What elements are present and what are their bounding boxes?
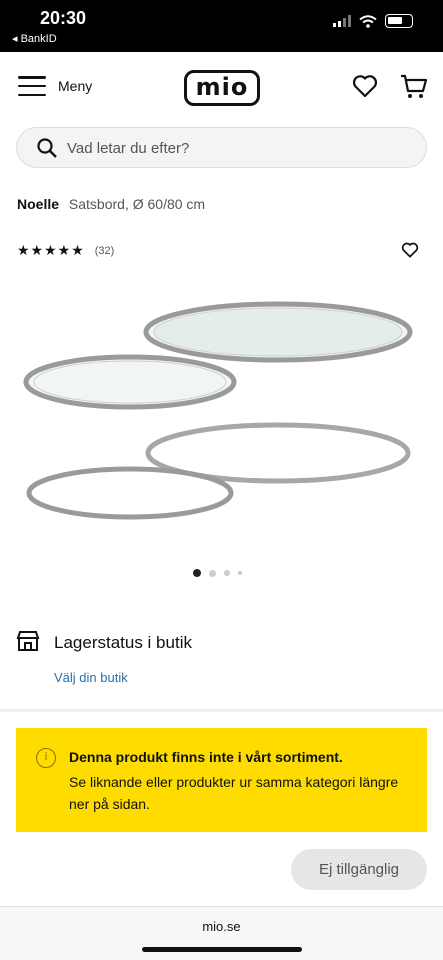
wishlist-heart-icon[interactable] [401,242,419,258]
rating-stars: ★★★★★ [17,242,85,258]
browser-address-bar[interactable]: mio.se [0,906,443,960]
status-time: 20:30 [40,8,87,28]
carousel-dot[interactable] [193,569,201,577]
info-icon: i [36,748,56,768]
battery-icon [385,14,413,28]
signal-icon [333,15,351,27]
image-carousel-dots[interactable] [193,569,242,577]
product-rating[interactable]: ★★★★★ (32) [17,242,114,259]
browser-url[interactable]: mio.se [0,919,443,934]
carousel-dot[interactable] [238,571,242,575]
search-bar[interactable] [16,127,427,168]
store-icon [16,631,40,651]
notice-title: Denna produkt finns inte i vårt sortimen… [69,749,343,765]
unavailable-button[interactable]: Ej tillgänglig [291,849,427,890]
status-bar: 20:30 ◂ BankID [0,0,443,52]
menu-button[interactable]: Meny [18,76,92,96]
carousel-dot[interactable] [224,570,230,576]
wifi-icon [359,14,377,28]
carousel-dot[interactable] [209,569,216,577]
product-subtitle: Satsbord, Ø 60/80 cm [68,196,206,212]
search-icon [37,138,57,158]
menu-label: Meny [58,78,93,94]
cart-icon[interactable] [400,74,428,100]
hamburger-icon [18,76,46,96]
notice-body: Se liknande eller produkter ur samma kat… [69,774,399,812]
back-to-app-link[interactable]: ◂ BankID [12,32,57,45]
choose-store-link[interactable]: Välj din butik [54,670,128,685]
section-divider [0,709,443,712]
not-in-assortment-notice: i Denna produkt finns inte i vårt sortim… [16,728,427,832]
home-indicator [142,947,302,952]
review-count: (32) [94,244,115,257]
store-status-title: Lagerstatus i butik [54,633,192,652]
product-brand: Noelle [17,196,60,212]
site-header: Meny mio [0,52,443,126]
heart-icon[interactable] [352,74,378,98]
product-title: Noelle Satsbord, Ø 60/80 cm [17,196,205,212]
mio-logo[interactable]: mio [184,70,260,106]
product-image[interactable] [20,290,425,535]
search-input[interactable] [67,136,397,160]
